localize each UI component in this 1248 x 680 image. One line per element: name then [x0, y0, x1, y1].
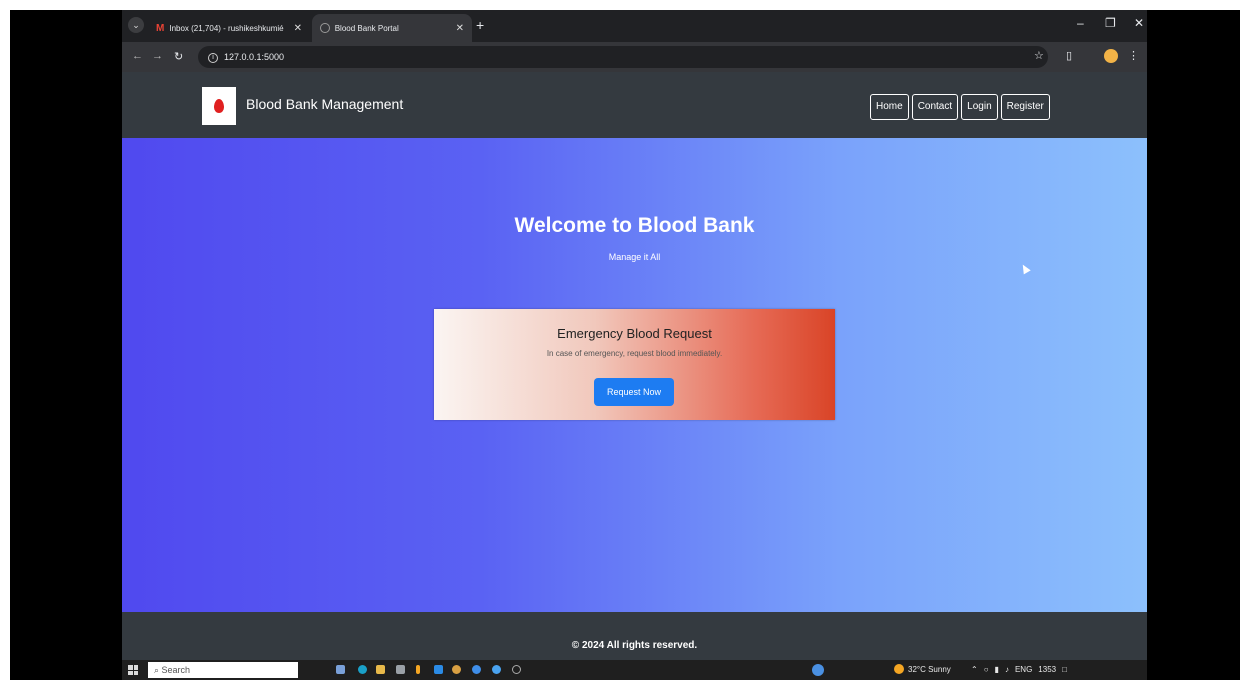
edge-icon[interactable] — [358, 665, 367, 674]
language-indicator[interactable]: ENG — [1015, 665, 1032, 674]
minimize-button[interactable]: – — [1077, 16, 1084, 30]
gmail-icon: M — [156, 22, 165, 34]
nav-home-button[interactable]: Home — [870, 94, 909, 120]
clock[interactable]: 1353 — [1038, 665, 1056, 674]
nav-login-button[interactable]: Login — [961, 94, 998, 120]
vscode-icon[interactable] — [434, 665, 443, 674]
nav-links: Home Contact Login Register — [870, 94, 1050, 120]
hero-tagline: Manage it All — [608, 252, 661, 262]
weather-widget[interactable]: 32°C Sunny — [894, 664, 951, 674]
network-icon[interactable]: ○ — [984, 665, 989, 674]
menu-icon[interactable]: ⋮ — [1128, 49, 1139, 62]
footer-copyright: © 2024 All rights reserved. — [571, 640, 698, 651]
globe-icon — [320, 23, 330, 33]
tab-blood-bank-portal[interactable]: Blood Bank Portal ✕ — [312, 14, 472, 42]
site-info-icon[interactable]: i — [208, 52, 218, 63]
battery-icon[interactable]: ▮ — [995, 665, 999, 674]
emergency-request-card: Emergency Blood Request In case of emerg… — [434, 309, 835, 420]
search-placeholder: Search — [161, 665, 191, 675]
reload-icon[interactable]: ↻ — [174, 50, 183, 63]
system-tray: ⌃ ○ ▮ ♪ ENG 1353 □ — [971, 665, 1067, 674]
hero-section: Welcome to Blood Bank Manage it All Emer… — [122, 138, 1147, 612]
windows-taskbar: ⌕ Search 32°C Sunny ⌃ ○ ▮ ♪ ENG 1353 □ — [122, 660, 1147, 680]
address-bar[interactable]: i 127.0.0.1:5000 — [198, 46, 1048, 68]
help-icon[interactable] — [812, 664, 824, 676]
close-icon[interactable]: ✕ — [294, 23, 302, 34]
nav-contact-button[interactable]: Contact — [911, 94, 959, 120]
chevron-up-icon[interactable]: ⌃ — [971, 665, 978, 674]
profile-avatar[interactable] — [1104, 49, 1118, 63]
tab-title: Inbox (21,704) - rushikeshkumié — [169, 23, 284, 33]
bookmark-star-icon[interactable]: ☆ — [1034, 49, 1044, 62]
blood-drop-logo[interactable] — [202, 87, 236, 125]
sun-icon — [894, 664, 904, 674]
back-icon[interactable]: ← — [132, 50, 143, 62]
weather-text: 32°C Sunny — [908, 664, 951, 674]
close-window-button[interactable]: ✕ — [1134, 16, 1144, 30]
browser-tab-bar: ⌄ M Inbox (21,704) - rushikeshkumié ✕ Bl… — [122, 10, 1147, 42]
url-text: 127.0.0.1:5000 — [224, 52, 285, 62]
tab-search-icon[interactable]: ⌄ — [128, 17, 144, 33]
hero-title: Welcome to Blood Bank — [514, 214, 755, 237]
request-now-button[interactable]: Request Now — [594, 378, 674, 406]
card-text: In case of emergency, request blood imme… — [546, 349, 723, 358]
terminal-icon[interactable] — [416, 665, 420, 674]
restore-button[interactable]: ❐ — [1105, 16, 1116, 30]
blood-drop-icon — [214, 99, 224, 113]
mouse-cursor-icon — [1019, 262, 1031, 275]
file-explorer-icon[interactable] — [376, 665, 385, 674]
notification-icon[interactable]: □ — [1062, 665, 1067, 674]
browser-toolbar: ← → ↻ i 127.0.0.1:5000 ☆ ▯ ⋮ — [122, 42, 1147, 72]
app-icon[interactable] — [512, 665, 521, 674]
chrome-icon[interactable] — [452, 665, 461, 674]
card-title: Emergency Blood Request — [557, 326, 712, 341]
windows-start-icon[interactable] — [128, 665, 138, 675]
site-navbar: Blood Bank Management Home Contact Login… — [122, 72, 1147, 138]
web-page: Blood Bank Management Home Contact Login… — [122, 72, 1147, 670]
tab-title: Blood Bank Portal — [334, 23, 399, 33]
tab-gmail[interactable]: M Inbox (21,704) - rushikeshkumié ✕ — [148, 14, 310, 42]
extensions-icon[interactable]: ▯ — [1066, 49, 1072, 62]
app-icon[interactable] — [472, 665, 481, 674]
brand-name[interactable]: Blood Bank Management — [246, 96, 403, 112]
volume-icon[interactable]: ♪ — [1005, 665, 1009, 674]
new-tab-button[interactable]: + — [476, 18, 484, 32]
store-icon[interactable] — [396, 665, 405, 674]
task-view-icon[interactable] — [336, 665, 345, 674]
app-icon[interactable] — [492, 665, 501, 674]
forward-icon[interactable]: → — [152, 50, 163, 62]
close-icon[interactable]: ✕ — [456, 23, 464, 34]
nav-register-button[interactable]: Register — [1000, 94, 1050, 120]
screen-frame: ⌄ M Inbox (21,704) - rushikeshkumié ✕ Bl… — [10, 10, 1240, 680]
taskbar-search-input[interactable]: ⌕ Search — [148, 662, 298, 678]
